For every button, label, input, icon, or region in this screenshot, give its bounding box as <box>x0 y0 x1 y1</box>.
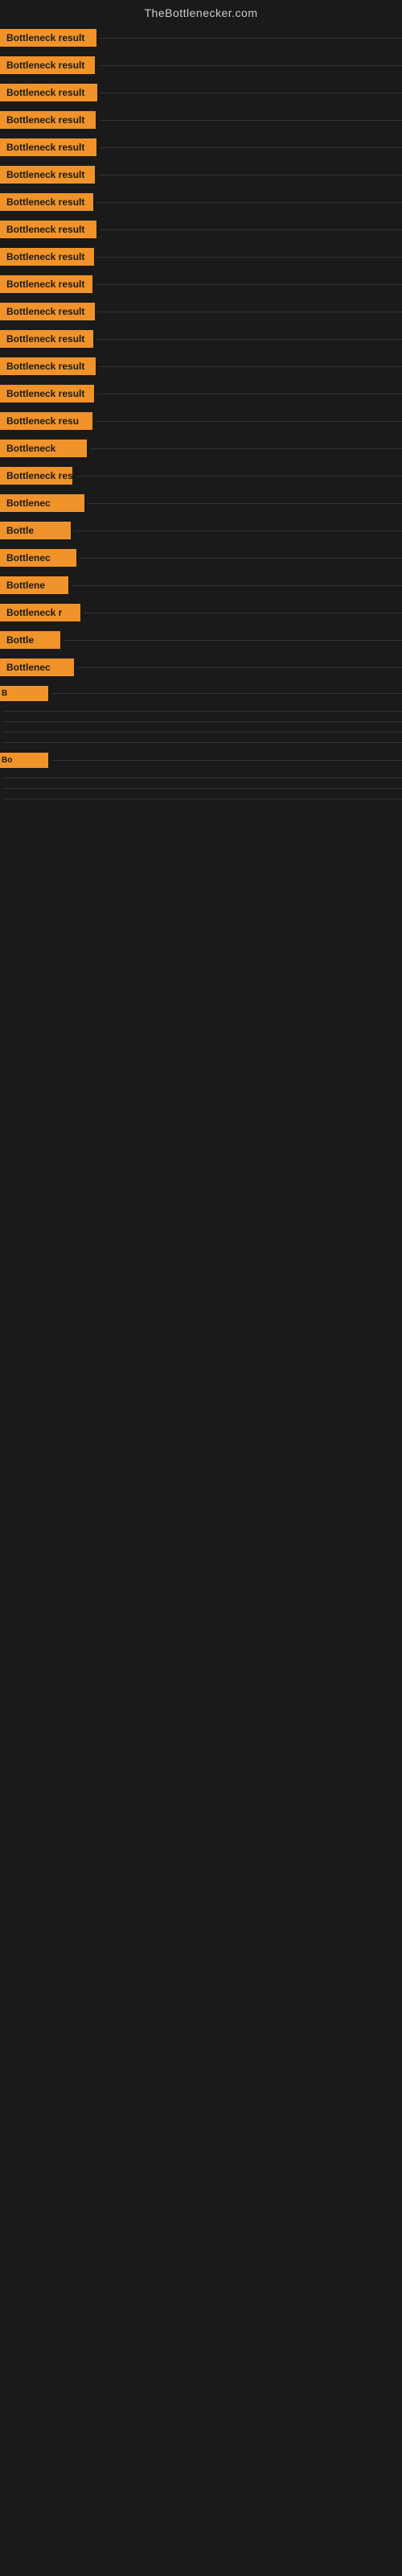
row-line <box>64 640 402 641</box>
table-row: Bottleneck result <box>0 161 402 188</box>
table-row: Bottleneck r <box>0 599 402 626</box>
bottleneck-badge[interactable]: Bottleneck result <box>0 330 93 348</box>
table-row: Bottleneck result <box>0 380 402 407</box>
bottleneck-badge[interactable]: Bottleneck result <box>0 56 95 74</box>
table-row <box>0 706 402 716</box>
bottleneck-badge[interactable]: Bottleneck result <box>0 111 96 129</box>
table-row <box>0 737 402 748</box>
site-header: TheBottlenecker.com <box>0 0 402 23</box>
bottleneck-badge[interactable]: Bottleneck res <box>0 467 72 485</box>
row-line <box>74 530 402 531</box>
row-line <box>3 721 402 722</box>
bottleneck-badge[interactable]: Bottlenec <box>0 494 84 512</box>
table-row: Bottle <box>0 626 402 654</box>
row-line <box>96 284 402 285</box>
row-line <box>51 693 402 694</box>
table-row: Bottleneck resu <box>0 407 402 435</box>
table-row: Bo <box>0 748 402 773</box>
row-line <box>3 742 402 743</box>
table-row: Bottleneck result <box>0 353 402 380</box>
row-line <box>97 257 402 258</box>
table-row: Bottleneck result <box>0 79 402 106</box>
row-line <box>3 732 402 733</box>
table-row: Bottleneck result <box>0 106 402 134</box>
bottleneck-badge[interactable]: Bottlenec <box>0 549 76 567</box>
row-line <box>99 120 402 121</box>
table-row: B <box>0 681 402 706</box>
bottleneck-rows: Bottleneck result Bottleneck result Bott… <box>0 23 402 806</box>
table-row: Bottleneck result <box>0 298 402 325</box>
table-row <box>0 727 402 737</box>
table-row: Bottleneck result <box>0 134 402 161</box>
bottleneck-badge[interactable]: Bottleneck <box>0 440 87 457</box>
row-line <box>100 229 402 230</box>
table-row: Bottlenec <box>0 544 402 572</box>
table-row: Bottleneck result <box>0 270 402 298</box>
row-line <box>88 503 402 504</box>
table-row <box>0 773 402 783</box>
row-line <box>80 558 402 559</box>
table-row: Bottleneck result <box>0 325 402 353</box>
bottleneck-badge[interactable]: Bottleneck resu <box>0 412 92 430</box>
row-line <box>51 760 402 761</box>
row-line <box>96 339 402 340</box>
bottleneck-badge[interactable]: Bottle <box>0 631 60 649</box>
row-line <box>72 585 402 586</box>
bottleneck-badge[interactable]: Bottleneck result <box>0 166 95 184</box>
bottleneck-badge[interactable]: Bottlene <box>0 576 68 594</box>
row-line <box>99 366 402 367</box>
row-line <box>100 147 402 148</box>
table-row: Bottlenec <box>0 654 402 681</box>
row-line <box>77 667 402 668</box>
bottleneck-badge[interactable]: Bo <box>0 753 48 768</box>
bottleneck-badge[interactable]: Bottleneck result <box>0 84 97 101</box>
table-row: Bottlenec <box>0 489 402 517</box>
table-row: Bottleneck res <box>0 462 402 489</box>
table-row: Bottleneck result <box>0 188 402 216</box>
bottleneck-badge[interactable]: Bottleneck result <box>0 248 94 266</box>
bottleneck-badge[interactable]: Bottleneck result <box>0 357 96 375</box>
table-row: Bottle <box>0 517 402 544</box>
row-line <box>3 788 402 789</box>
site-title: TheBottlenecker.com <box>144 6 257 19</box>
row-line <box>3 711 402 712</box>
bottleneck-badge[interactable]: Bottleneck result <box>0 221 96 238</box>
table-row <box>0 794 402 804</box>
bottleneck-badge[interactable]: Bottleneck result <box>0 303 95 320</box>
row-line <box>90 448 402 449</box>
bottleneck-badge[interactable]: Bottleneck result <box>0 29 96 47</box>
table-row: Bottlene <box>0 572 402 599</box>
bottleneck-badge[interactable]: Bottleneck result <box>0 275 92 293</box>
table-row <box>0 783 402 794</box>
row-line <box>96 202 402 203</box>
bottom-spacer <box>0 806 402 967</box>
row-line <box>96 421 402 422</box>
table-row: Bottleneck result <box>0 24 402 52</box>
row-line <box>100 38 402 39</box>
table-row: Bottleneck result <box>0 216 402 243</box>
row-line <box>76 476 402 477</box>
bottleneck-badge[interactable]: Bottleneck result <box>0 138 96 156</box>
table-row: Bottleneck result <box>0 52 402 79</box>
bottleneck-badge[interactable]: Bottleneck result <box>0 385 94 402</box>
bottleneck-badge[interactable]: Bottle <box>0 522 71 539</box>
table-row: Bottleneck result <box>0 243 402 270</box>
bottleneck-badge[interactable]: Bottleneck result <box>0 193 93 211</box>
bottleneck-badge[interactable]: Bottlenec <box>0 658 74 676</box>
bottleneck-badge[interactable]: B <box>0 686 48 701</box>
table-row <box>0 716 402 727</box>
table-row: Bottleneck <box>0 435 402 462</box>
bottleneck-badge[interactable]: Bottleneck r <box>0 604 80 621</box>
row-line <box>98 65 402 66</box>
